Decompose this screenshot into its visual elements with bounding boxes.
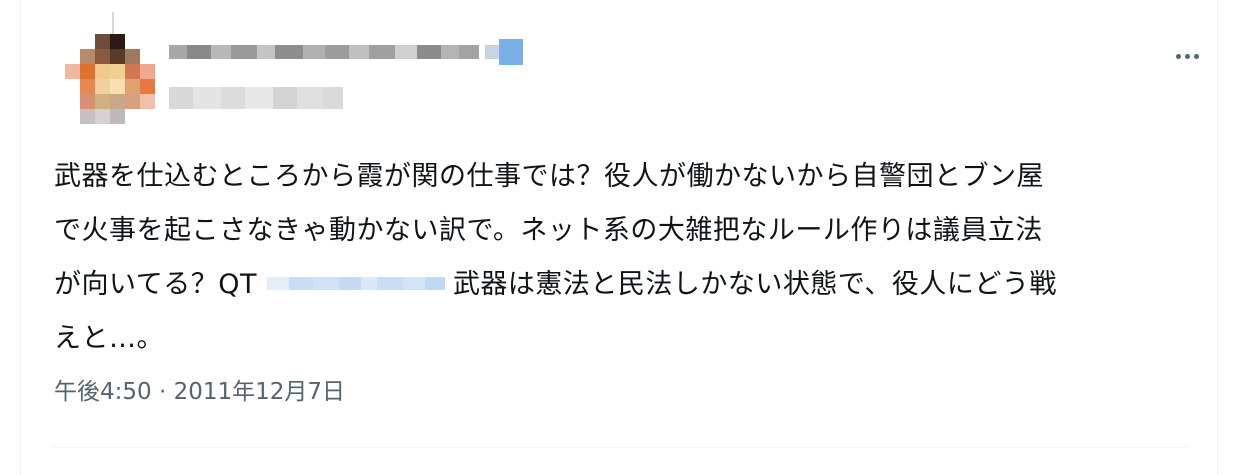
- more-horizontal-icon: [1175, 53, 1181, 59]
- thread-connector-line: [112, 12, 114, 34]
- tweet-text-segment: 武器は憲法と民法しかない状態で、役人にどう戦: [452, 269, 1057, 300]
- tweet-text-line: 武器を仕込むところから霞が関の仕事では？役人が働かないから自警団とブン屋: [54, 161, 1044, 192]
- more-options-button[interactable]: [1163, 40, 1211, 72]
- avatar[interactable]: [65, 34, 157, 126]
- divider: [54, 447, 1186, 448]
- username-redacted[interactable]: [169, 84, 343, 112]
- more-horizontal-icon-dot: [1184, 53, 1190, 59]
- tweet-text-line: で火事を起こさなきゃ動かない訳で。ネット系の大雑把なルール作りは議員立法: [54, 215, 1043, 246]
- tweet-text-segment: が向いてる？QT: [54, 269, 257, 300]
- more-horizontal-icon-dot: [1193, 53, 1199, 59]
- tweet-text: 武器を仕込むところから霞が関の仕事では？役人が働かないから自警団とブン屋 で火事…: [54, 150, 1194, 366]
- tweet-text-line: が向いてる？QT 武器は憲法と民法しかない状態で、役人にどう戦: [54, 258, 1194, 312]
- mention-link-redacted[interactable]: [266, 277, 445, 290]
- tweet-timestamp[interactable]: 午後4:50 · 2011年12月7日: [54, 372, 345, 406]
- tweet-text-line: えと…。: [54, 323, 164, 354]
- display-name-redacted[interactable]: [169, 38, 523, 66]
